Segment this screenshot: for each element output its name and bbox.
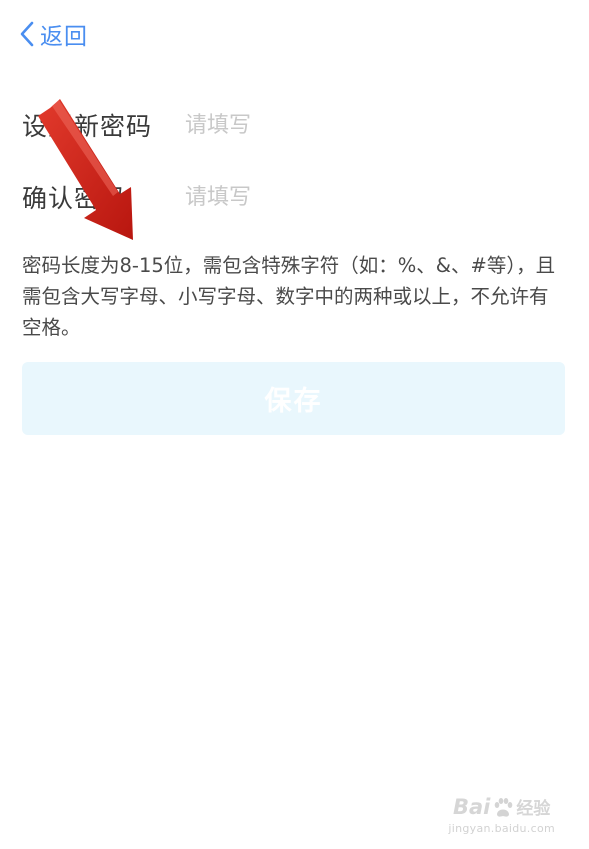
watermark-url: jingyan.baidu.com [448,822,555,835]
new-password-label: 设置新密码 [22,112,153,141]
chevron-left-icon [20,21,34,47]
back-button[interactable]: 返回 [18,16,88,52]
watermark-brand-pre: Bai [453,795,491,819]
confirm-password-input[interactable] [185,184,567,210]
save-button[interactable]: 保存 [22,362,565,435]
new-password-row: 设置新密码 [22,100,567,150]
back-label: 返回 [40,24,88,50]
confirm-password-label: 确认密码 [22,184,127,213]
watermark-brand-post: 经验 [516,799,551,819]
watermark-logo: Bai 经验 [448,795,555,821]
confirm-password-row: 确认密码 [22,172,567,222]
new-password-input[interactable] [185,112,567,138]
baidu-jingyan-watermark: Bai 经验 jingyan.baidu.com [448,795,555,835]
paw-icon [495,798,513,817]
password-rules-hint: 密码长度为8-15位，需包含特殊字符（如：%、&、#等），且需包含大写字母、小写… [22,254,556,339]
